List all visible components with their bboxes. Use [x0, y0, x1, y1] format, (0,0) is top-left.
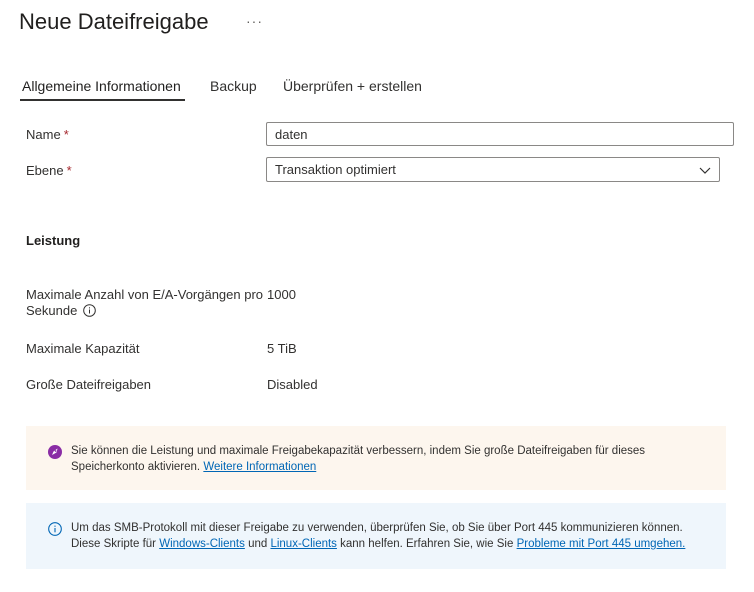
tab-general-info[interactable]: Allgemeine Informationen	[22, 78, 181, 94]
tier-dropdown-value: Transaktion optimiert	[275, 162, 396, 177]
linux-clients-link[interactable]: Linux-Clients	[270, 538, 336, 550]
required-mark: *	[66, 163, 72, 178]
large-shares-value: Disabled	[267, 377, 318, 392]
iops-label-line1: Maximale Anzahl von E/A-Vorgängen pro	[26, 287, 264, 302]
rocket-icon	[48, 445, 62, 464]
iops-label: Maximale Anzahl von E/A-Vorgängen pro Se…	[26, 287, 263, 321]
info-line1: Um das SMB-Protokoll mit dieser Freigabe…	[71, 522, 683, 534]
info-icon[interactable]	[83, 304, 97, 321]
info-circle-icon	[48, 522, 62, 541]
warning-text: Sie können die Leistung und maximale Fre…	[71, 445, 646, 473]
windows-clients-link[interactable]: Windows-Clients	[159, 538, 245, 550]
warning-banner: Sie können die Leistung und maximale Fre…	[26, 426, 726, 490]
name-label-text: Name	[26, 127, 61, 142]
page-title: Neue Dateifreigabe	[19, 9, 209, 34]
capacity-label: Maximale Kapazität	[26, 341, 140, 356]
section-heading-performance: Leistung	[26, 233, 81, 248]
name-label: Name *	[26, 127, 69, 142]
info-text-part1: Diese Skripte für	[71, 538, 157, 550]
tier-dropdown[interactable]: Transaktion optimiert	[266, 157, 720, 182]
required-mark: *	[63, 127, 69, 142]
tab-review-create[interactable]: Überprüfen + erstellen	[283, 78, 422, 94]
info-banner: Um das SMB-Protokoll mit dieser Freigabe…	[26, 503, 726, 569]
large-shares-label: Große Dateifreigaben	[26, 377, 152, 392]
info-text-part3: kann helfen. Erfahren Sie, wie Sie	[340, 538, 514, 550]
name-input[interactable]	[266, 122, 734, 146]
tab-backup[interactable]: Backup	[210, 78, 257, 94]
tier-label: Ebene *	[26, 163, 72, 178]
port-445-link[interactable]: Probleme mit Port 445 umgehen.	[517, 538, 686, 550]
capacity-value: 5 TiB	[267, 341, 297, 356]
chevron-down-icon	[699, 163, 711, 181]
tier-label-text: Ebene	[26, 163, 64, 178]
info-line2: Diese Skripte für Windows-Clients und Li…	[71, 536, 710, 552]
tab-active-underline	[20, 99, 185, 101]
info-text-part2: und	[248, 538, 268, 550]
iops-label-line2-wrap: Sekunde	[26, 303, 263, 321]
more-options-button[interactable]: ···	[246, 13, 263, 29]
iops-label-line2: Sekunde	[26, 303, 78, 318]
iops-value: 1000	[267, 287, 296, 302]
learn-more-link[interactable]: Weitere Informationen	[203, 461, 316, 473]
